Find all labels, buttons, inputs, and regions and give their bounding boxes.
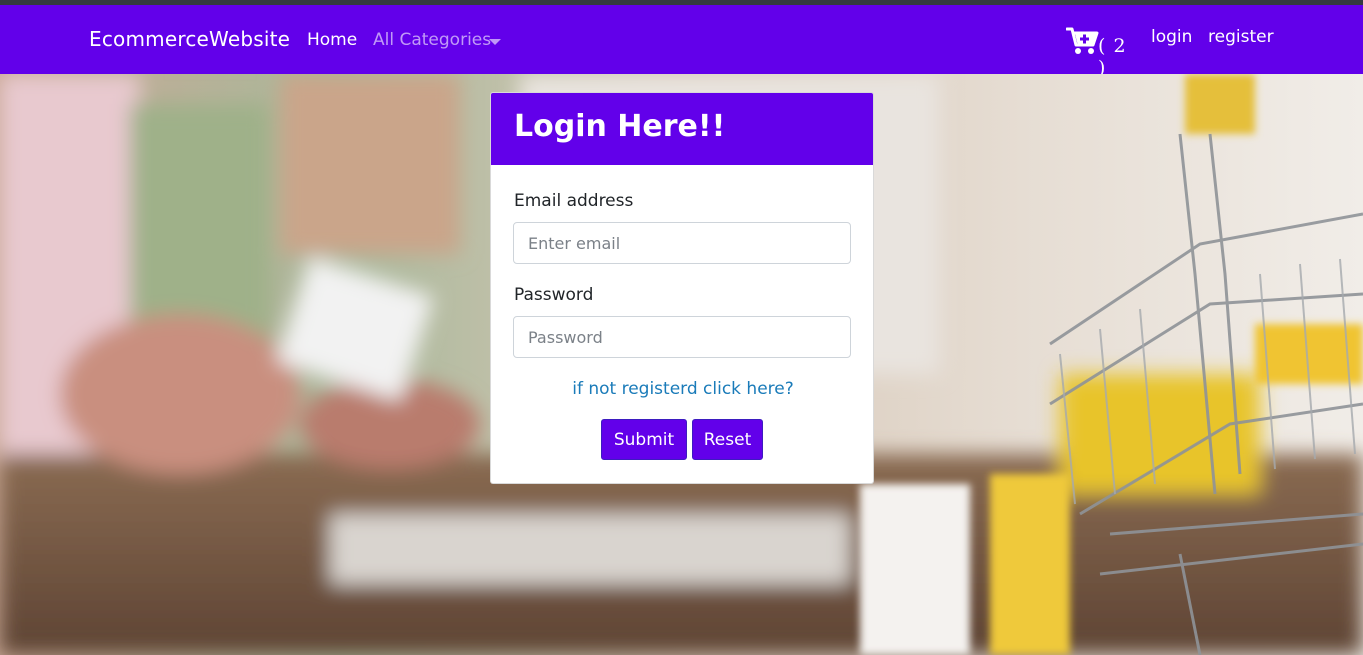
brand-logo[interactable]: EcommerceWebsite <box>89 27 290 51</box>
password-input[interactable] <box>513 316 851 358</box>
nav-login-link[interactable]: login <box>1151 27 1192 47</box>
register-link[interactable]: if not registerd click here? <box>491 379 873 399</box>
cart-count: ( 2 ) <box>1098 35 1127 79</box>
login-title: Login Here!! <box>514 109 726 144</box>
submit-button[interactable]: Submit <box>601 419 687 460</box>
login-card-header: Login Here!! <box>491 93 873 165</box>
password-label: Password <box>514 285 594 305</box>
navbar: EcommerceWebsite Home All Categories ( 2… <box>0 5 1363 79</box>
cart-link[interactable]: ( 2 ) <box>1066 26 1136 79</box>
reset-button[interactable]: Reset <box>692 419 763 460</box>
nav-register-link[interactable]: register <box>1208 27 1274 47</box>
email-label: Email address <box>514 191 634 211</box>
nav-home-link[interactable]: Home <box>307 30 357 50</box>
cart-plus-icon <box>1066 27 1099 54</box>
email-input[interactable] <box>513 222 851 264</box>
login-card: Login Here!! Email address Password if n… <box>490 92 874 484</box>
caret-down-icon <box>489 39 501 45</box>
nav-categories-dropdown[interactable]: All Categories <box>373 30 491 50</box>
